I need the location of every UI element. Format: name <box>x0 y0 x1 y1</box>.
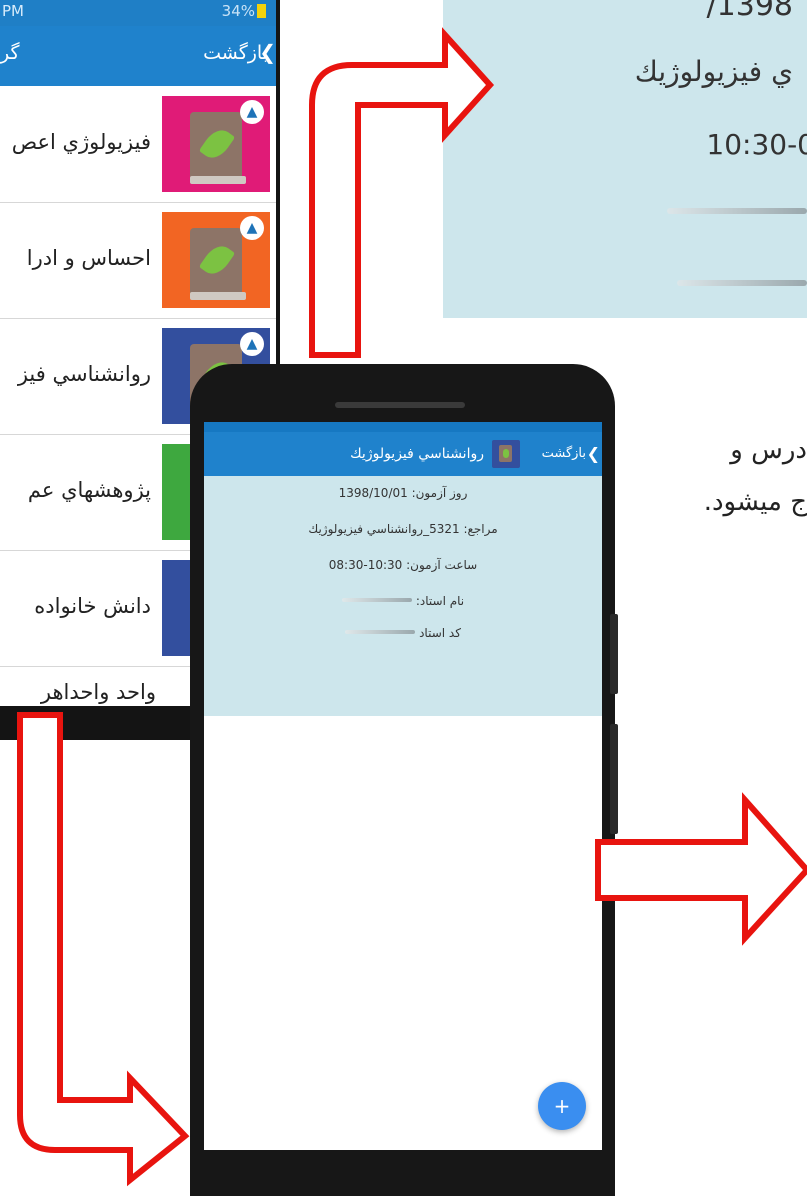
arrow-up-right-icon <box>309 27 495 358</box>
arrows-layer <box>17 27 807 1187</box>
arrow-right-icon <box>595 792 807 946</box>
arrow-down-right-icon <box>17 712 190 1187</box>
